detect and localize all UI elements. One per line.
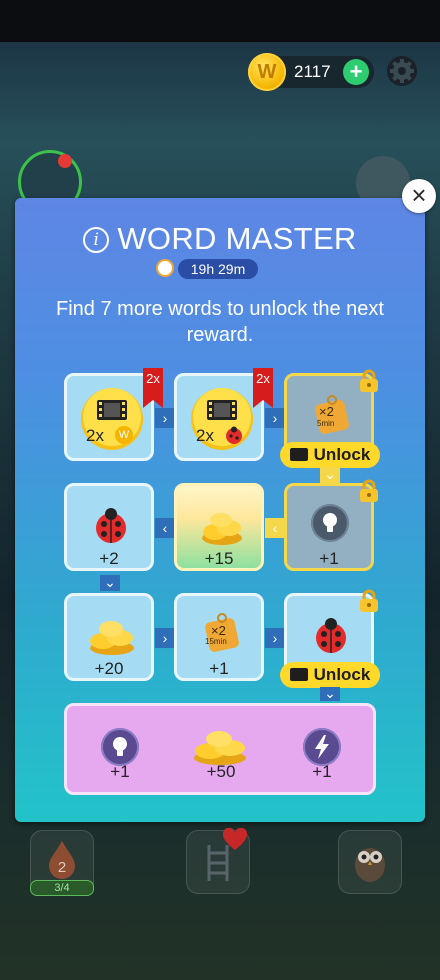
gear-icon[interactable] [386, 55, 418, 87]
chevron-down-icon: ⌄ [100, 575, 120, 591]
ladybug-icon [96, 508, 126, 543]
chevron-left-icon: ‹ [155, 518, 175, 538]
reward-cell-double-coins: 2x W [64, 373, 154, 461]
boost-duration: 15min [205, 637, 227, 646]
dialog-title: WORD MASTER [117, 221, 357, 256]
reward-amount: +20 [94, 659, 124, 678]
progress-message: Find 7 more words to unlock the next rew… [56, 298, 384, 346]
coin-pile-icon [90, 621, 134, 655]
unlock-button-label: Unlock [313, 665, 371, 684]
film-icon [289, 448, 308, 461]
coin-pile-icon [202, 513, 242, 545]
owl-booster-slot[interactable] [338, 830, 402, 894]
reward-cell-coins: +20 [64, 593, 154, 681]
ladybug-icon [316, 618, 346, 653]
coin-pile-icon [194, 731, 246, 765]
reward-cell-coins-current: +15 [174, 483, 264, 571]
final-reward-box: +1 +50 +1 [64, 703, 376, 795]
mini-coin-icon: W [115, 426, 133, 444]
chevron-right-icon: › [155, 408, 175, 428]
chevron-right-icon: › [155, 628, 175, 648]
reward-cell-ladybug: +2 [64, 483, 154, 571]
bonus-hint-amount: +1 [110, 762, 130, 781]
reward-amount: +15 [204, 549, 234, 568]
dialog-title-row: i WORD MASTER [0, 221, 440, 257]
coin-count: 2117 [294, 62, 331, 81]
lock-icon [360, 369, 378, 392]
chevron-down-icon: ⌄ [320, 686, 340, 701]
reward-amount: +1 [209, 659, 229, 678]
alarm-clock-icon [156, 259, 174, 277]
lightbulb-icon [101, 728, 139, 766]
reward-amount: +2 [99, 549, 119, 568]
timer: 19h 29m [156, 258, 258, 280]
mini-ladybug-icon [226, 426, 242, 444]
reward-amount: +1 [319, 549, 339, 568]
chevron-left-icon: ‹ [265, 518, 285, 538]
boost-duration: 5min [317, 419, 335, 428]
boost-multiplier: ×2 [319, 404, 334, 419]
lock-icon [360, 589, 378, 612]
reward-cell-double-ladybug: 2x [174, 373, 264, 461]
info-icon[interactable]: i [83, 227, 110, 253]
owl-icon [355, 848, 385, 882]
buy-coins-button[interactable]: + [343, 59, 369, 85]
film-icon [289, 668, 308, 681]
reward-cell-boost: ×2 15min +1 [174, 593, 264, 681]
bonus-lightning-amount: +1 [312, 762, 332, 781]
boost-multiplier: ×2 [211, 623, 226, 638]
lightning-icon [303, 728, 341, 766]
close-button[interactable]: × [402, 179, 436, 213]
heart-icon [222, 828, 248, 850]
drop-progress: 3/4 [30, 880, 94, 896]
bonus-coins-amount: +50 [206, 762, 236, 781]
chevron-right-icon: › [265, 628, 285, 648]
status-bar [0, 0, 440, 42]
chevron-down-icon: ⌄ [320, 467, 340, 483]
unlock-button[interactable]: Unlock [280, 442, 380, 468]
drop-level: 2 [57, 859, 67, 876]
coin-icon: W [248, 53, 286, 91]
lock-icon [360, 479, 378, 502]
notification-dot [58, 154, 72, 168]
timer-text: 19h 29m [178, 259, 258, 279]
lightbulb-icon [311, 504, 349, 542]
chevron-right-icon: › [265, 408, 285, 428]
unlock-button-label: Unlock [313, 445, 371, 464]
